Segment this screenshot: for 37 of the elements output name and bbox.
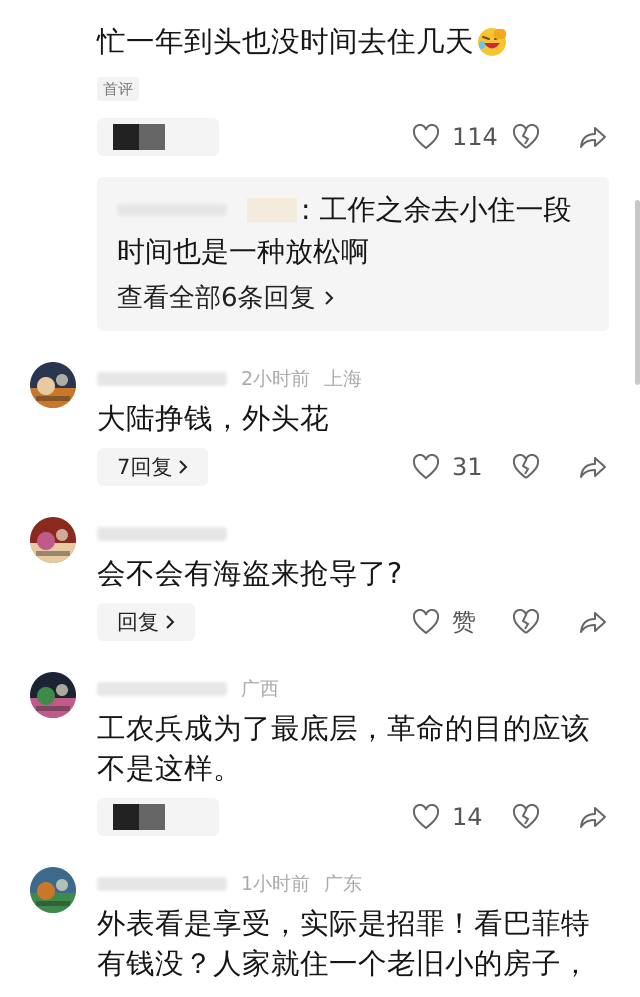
like-count: 赞: [452, 607, 477, 638]
first-comment-tag: 首评: [97, 77, 139, 101]
share-icon[interactable]: [578, 804, 608, 830]
comment-text: 大陆挣钱，外头花: [97, 401, 329, 437]
chevron-icon: [165, 614, 175, 630]
reply-text: 时间也是一种放松啊: [117, 234, 369, 270]
comment-meta: 广西: [241, 677, 279, 702]
redaction-block: [247, 198, 297, 222]
broken-heart-icon[interactable]: [512, 124, 540, 150]
comment-text: 外表看是享受，实际是招罪！看巴菲特有钱没？人家就住一个老旧小的房子，: [97, 906, 591, 982]
broken-heart-icon[interactable]: [512, 454, 540, 480]
comment-text: 工农兵成为了最底层，革命的目的应该不是这样。: [97, 711, 591, 787]
like-icon[interactable]: [412, 804, 440, 830]
broken-heart-icon[interactable]: [512, 804, 540, 830]
comment-meta: 广东: [324, 872, 362, 897]
broken-heart-icon[interactable]: [512, 609, 540, 635]
share-icon[interactable]: [578, 454, 608, 480]
share-icon[interactable]: [578, 124, 608, 150]
chevron-icon: [178, 459, 188, 475]
comment-meta: 1小时前: [241, 872, 310, 897]
comment-text: 会不会有海盗来抢导了?: [97, 556, 402, 592]
comment-meta: 2小时前: [241, 367, 310, 392]
like-icon[interactable]: [412, 609, 440, 635]
view-replies-link[interactable]: 查看全部6条回复: [117, 278, 334, 318]
comment-text: 忙一年到头也没时间去住几天: [97, 24, 474, 60]
comment-meta: 上海: [324, 367, 362, 392]
chevron-icon: [324, 290, 334, 306]
scroll-bar[interactable]: [635, 200, 640, 385]
reply-button[interactable]: 7回复: [97, 448, 208, 486]
like-count: 114: [452, 123, 499, 151]
like-count: 31: [452, 453, 484, 481]
like-icon[interactable]: [412, 124, 440, 150]
reply-text: : 工作之余去小住一段: [301, 192, 572, 228]
like-icon[interactable]: [412, 454, 440, 480]
reply-button[interactable]: 回复: [97, 603, 195, 641]
like-count: 14: [452, 803, 484, 831]
share-icon[interactable]: [578, 609, 608, 635]
